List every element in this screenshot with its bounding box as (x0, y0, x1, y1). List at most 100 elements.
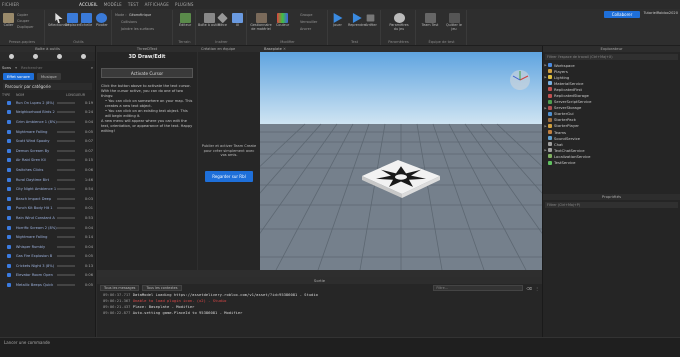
history-tab-icon[interactable] (80, 54, 86, 59)
move-button[interactable]: Déplacer (65, 13, 80, 28)
duplicate-button[interactable]: Dupliquer (17, 25, 34, 29)
sound-row[interactable]: Crickets Night 3 (8%) 0:13 (0, 261, 95, 271)
material-manager-button[interactable]: Gestionnaire de matériel (250, 13, 272, 31)
marketplace-tab-icon[interactable] (56, 54, 62, 59)
explorer-filter-input[interactable]: Filtrer l'espace de travail (Ctrl+Maj+X) (545, 54, 678, 60)
sound-row[interactable]: Nightmare Falling 0:14 (0, 232, 95, 242)
cut-button[interactable]: Couper (17, 19, 29, 23)
collaborate-button[interactable]: Collaborer (604, 11, 640, 18)
output-title: Sortie (97, 277, 542, 284)
team-create-button[interactable]: Regarder sur Rbl (205, 171, 253, 182)
collisions-toggle[interactable]: Collisions (121, 20, 137, 24)
properties-filter-input[interactable]: Filtrer (Ctrl+Maj+P) (545, 202, 678, 208)
sound-row[interactable]: Nightmare Falling 0:05 (0, 127, 95, 137)
sound-row[interactable]: Punch Kit Body Hit 1 0:01 (0, 204, 95, 214)
output-message: DataModel Loading https://assetdelivery.… (132, 292, 318, 297)
grid-tab-icon[interactable] (33, 54, 39, 59)
message-filter-dropdown[interactable]: Tous les messages (100, 285, 140, 291)
sound-type-icon (2, 129, 16, 134)
explorer-item[interactable]: TestService (543, 160, 680, 166)
sound-row[interactable]: Grim Ambience 1 (8%) 0:04 (0, 117, 95, 127)
user-name[interactable]: TutorielRoblox2020 (644, 11, 678, 15)
explorer-item-label: ReplicatedFirst (554, 86, 582, 92)
preview-bar (57, 264, 76, 267)
team-test-button[interactable]: Team Test (420, 13, 440, 28)
service-icon (548, 154, 552, 159)
browse-category[interactable]: Parcourir par catégorie (3, 83, 92, 90)
sound-row[interactable]: Whisper Rumbly 0:04 (0, 242, 95, 252)
sound-row[interactable]: Beach Impact Deep 0:03 (0, 194, 95, 204)
sound-row[interactable]: Gas Fire Explosion B 0:05 (0, 252, 95, 262)
anchor-button[interactable]: Ancrer (300, 27, 311, 31)
inventory-tab-icon[interactable] (9, 54, 15, 59)
menu-test[interactable]: TEST (128, 2, 139, 7)
toolbox-panel: Boîte à outils Sons ▾ Rechercher ⌕ Effet… (0, 46, 96, 337)
paste-button[interactable]: Coller (3, 13, 14, 28)
mode-dropdown[interactable]: Géométrique (129, 13, 151, 17)
preview-bar (57, 274, 76, 277)
menu-model[interactable]: MODÈLE (104, 2, 122, 7)
team-icon (424, 13, 436, 23)
search-input[interactable]: Rechercher (21, 65, 87, 70)
search-icon[interactable]: ⌕ (91, 65, 93, 70)
sound-name: Nightmare Falling (15, 235, 48, 240)
chevron-down-icon[interactable]: ▾ (15, 65, 17, 70)
plugin-description: Click the button above to activate the t… (101, 84, 193, 133)
output-message: Unable to load plugin icon. (x2) - Studi… (132, 298, 227, 303)
game-settings-button[interactable]: Paramètres du jeu (388, 13, 410, 31)
join-surfaces-toggle[interactable]: Joindre les surfaces (121, 27, 154, 31)
sound-row[interactable]: Air Raid Siren Kil 0:15 (0, 156, 95, 166)
sound-row[interactable]: Rural Daytime Birt 1:46 (0, 175, 95, 185)
menu-plugins[interactable]: PLUGINS (175, 2, 194, 7)
sound-row[interactable]: Switches Clicks 0:06 (0, 165, 95, 175)
stop-button[interactable]: Arrêter (365, 13, 377, 28)
menu-home[interactable]: ACCUEIL (79, 2, 98, 7)
view-cube[interactable] (510, 70, 530, 90)
preview-bar (57, 168, 76, 171)
rotate-button[interactable]: Pivoter (96, 13, 108, 28)
team-create-panel: Création en équipe Publier et activer Te… (198, 46, 260, 270)
clear-icon[interactable]: ⌫ (526, 286, 532, 291)
terrain-editor-button[interactable]: Éditeur (179, 13, 191, 28)
part-button[interactable]: Pièce (217, 12, 228, 28)
sound-row[interactable]: Scott Wind Spooky 0:07 (0, 136, 95, 146)
play-button[interactable]: Jouer (332, 13, 343, 28)
lock-button[interactable]: Verrouiller (300, 20, 317, 24)
category-dropdown[interactable]: Sons (2, 65, 11, 70)
3d-viewport[interactable] (260, 52, 542, 270)
sound-row[interactable]: Elevator Room Open 0:06 (0, 271, 95, 281)
sound-name: Crickets Night 3 (8%) (15, 263, 55, 268)
sfx-toggle[interactable]: Effet sonore (3, 73, 34, 80)
resume-button[interactable]: Reprendre (348, 13, 366, 28)
sound-length: 1:46 (84, 177, 93, 182)
exit-game-button[interactable]: Quitter le jeu (443, 13, 465, 31)
team-test-label: Équipe de test (428, 40, 455, 44)
scale-button[interactable]: Échelle (80, 13, 92, 28)
group-button[interactable]: Groupe (300, 13, 312, 17)
sound-row[interactable]: Rain Wind Constant A 0:53 (0, 213, 95, 223)
stop-icon (367, 14, 375, 22)
copy-button[interactable]: Copier (17, 13, 28, 17)
sound-length: 0:19 (84, 100, 93, 105)
activate-cursor-button[interactable]: Activate Cursor (101, 68, 193, 78)
music-toggle[interactable]: Musique (36, 73, 61, 80)
sound-row[interactable]: Neighborhood Birds 2 0:24 (0, 108, 95, 118)
output-log: 09:06:37.717 DataModel Loading https://a… (97, 292, 542, 316)
menu-file[interactable]: FICHIER (2, 2, 19, 7)
sound-row[interactable]: Horrific Scream 2 (8%) 0:04 (0, 223, 95, 233)
command-input[interactable]: Lancer une commande (4, 340, 50, 345)
output-filter-input[interactable]: Filtre... (433, 285, 524, 291)
sound-row[interactable]: Demon Scream By 0:07 (0, 146, 95, 156)
more-icon[interactable]: ⋮ (535, 286, 539, 291)
sound-row[interactable]: City Night Ambience 1 0:54 (0, 184, 95, 194)
sound-row[interactable]: Run On Lupeu 2 (8%) 0:19 (0, 98, 95, 108)
sound-name: Neighborhood Birds 2 (15, 110, 55, 115)
sound-row[interactable]: Metallic Beeps Quick 0:05 (0, 280, 95, 290)
context-filter-dropdown[interactable]: Tous les contextes (142, 285, 182, 291)
scale-icon (80, 13, 92, 23)
sound-list: Run On Lupeu 2 (8%) 0:19 Neighborhood Bird… (0, 98, 95, 290)
color-button[interactable]: Couleur (276, 13, 289, 28)
close-icon[interactable]: ✕ (283, 47, 286, 51)
ui-button[interactable]: UI (232, 13, 243, 28)
menu-view[interactable]: AFFICHAGE (145, 2, 169, 7)
